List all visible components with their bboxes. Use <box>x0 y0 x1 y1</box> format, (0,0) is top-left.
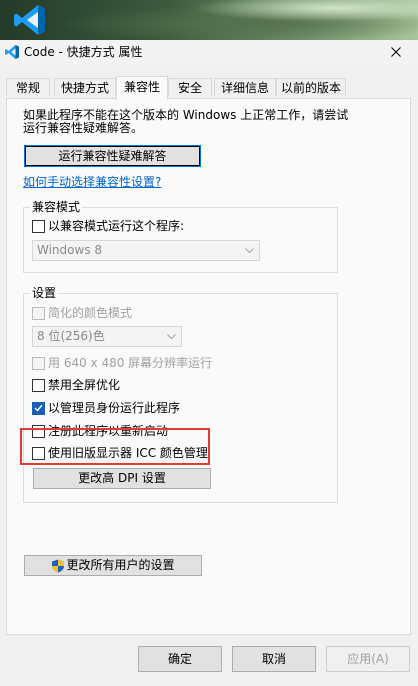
low-res-label: 用 640 x 480 屏幕分辨率运行 <box>48 356 213 370</box>
os-version-select: Windows 8 <box>32 240 260 261</box>
reduced-color-checkbox <box>32 306 45 320</box>
tab-previous-versions[interactable]: 以前的版本 <box>276 78 346 96</box>
checkmark-icon <box>34 404 43 412</box>
properties-dialog: Code - 快捷方式 属性 常规 快捷方式 兼容性 安全 详细信息 以前的版本… <box>0 40 418 686</box>
cancel-button[interactable]: 取消 <box>232 646 316 672</box>
settings-group-label: 设置 <box>30 286 59 300</box>
chevron-down-icon <box>165 327 177 346</box>
manual-settings-link[interactable]: 如何手动选择兼容性设置? <box>23 175 161 189</box>
ok-button[interactable]: 确定 <box>138 646 222 672</box>
vscode-icon <box>5 45 19 59</box>
tab-details[interactable]: 详细信息 <box>214 78 276 96</box>
disable-fullscreen-label: 禁用全屏优化 <box>48 378 121 392</box>
color-depth-select: 8 位(256)色 <box>32 326 182 347</box>
run-as-admin-row[interactable]: 以管理员身份运行此程序 <box>32 401 180 415</box>
low-res-row: 用 640 x 480 屏幕分辨率运行 <box>32 356 212 370</box>
tab-compatibility[interactable]: 兼容性 <box>116 76 168 99</box>
run-troubleshooter-button[interactable]: 运行兼容性疑难解答 <box>24 145 201 167</box>
intro-text: 如果此程序不能在这个版本的 Windows 上正常工作，请尝试 运行兼容性疑难解… <box>23 108 349 135</box>
change-all-users-button[interactable]: 更改所有用户的设置 <box>24 555 202 576</box>
desktop-background <box>0 0 418 40</box>
compat-mode-group: 兼容模式 以兼容模式运行这个程序: Windows 8 <box>23 200 338 273</box>
chevron-down-icon <box>243 241 255 260</box>
reduced-color-label: 简化的颜色模式 <box>48 306 133 320</box>
highlight-annotation <box>20 428 210 465</box>
close-button[interactable] <box>374 40 418 64</box>
compat-mode-checkbox[interactable] <box>32 219 45 233</box>
compat-mode-group-label: 兼容模式 <box>30 200 83 214</box>
apply-button[interactable]: 应用(A) <box>326 646 410 672</box>
run-as-admin-checkbox[interactable] <box>32 401 45 415</box>
reduced-color-row: 简化的颜色模式 <box>32 306 132 320</box>
compat-mode-label: 以兼容模式运行这个程序: <box>48 219 185 233</box>
compatibility-panel: 如果此程序不能在这个版本的 Windows 上正常工作，请尝试 运行兼容性疑难解… <box>6 98 411 635</box>
uac-shield-icon <box>52 559 65 572</box>
run-as-admin-label: 以管理员身份运行此程序 <box>48 401 181 415</box>
tab-shortcut[interactable]: 快捷方式 <box>54 78 116 96</box>
close-icon <box>391 47 401 57</box>
disable-fullscreen-checkbox[interactable] <box>32 378 45 392</box>
disable-fullscreen-row[interactable]: 禁用全屏优化 <box>32 378 120 392</box>
low-res-checkbox <box>32 356 45 370</box>
window-title: Code - 快捷方式 属性 <box>24 45 143 59</box>
tab-general[interactable]: 常规 <box>6 78 50 96</box>
settings-group: 设置 简化的颜色模式 8 位(256)色 用 640 x 480 屏幕分辨率运行… <box>23 286 338 503</box>
tab-security[interactable]: 安全 <box>168 78 212 96</box>
title-bar: Code - 快捷方式 属性 <box>0 40 418 64</box>
vscode-icon[interactable] <box>12 2 48 38</box>
change-dpi-button[interactable]: 更改高 DPI 设置 <box>33 468 211 489</box>
compat-mode-checkbox-row[interactable]: 以兼容模式运行这个程序: <box>32 219 184 233</box>
